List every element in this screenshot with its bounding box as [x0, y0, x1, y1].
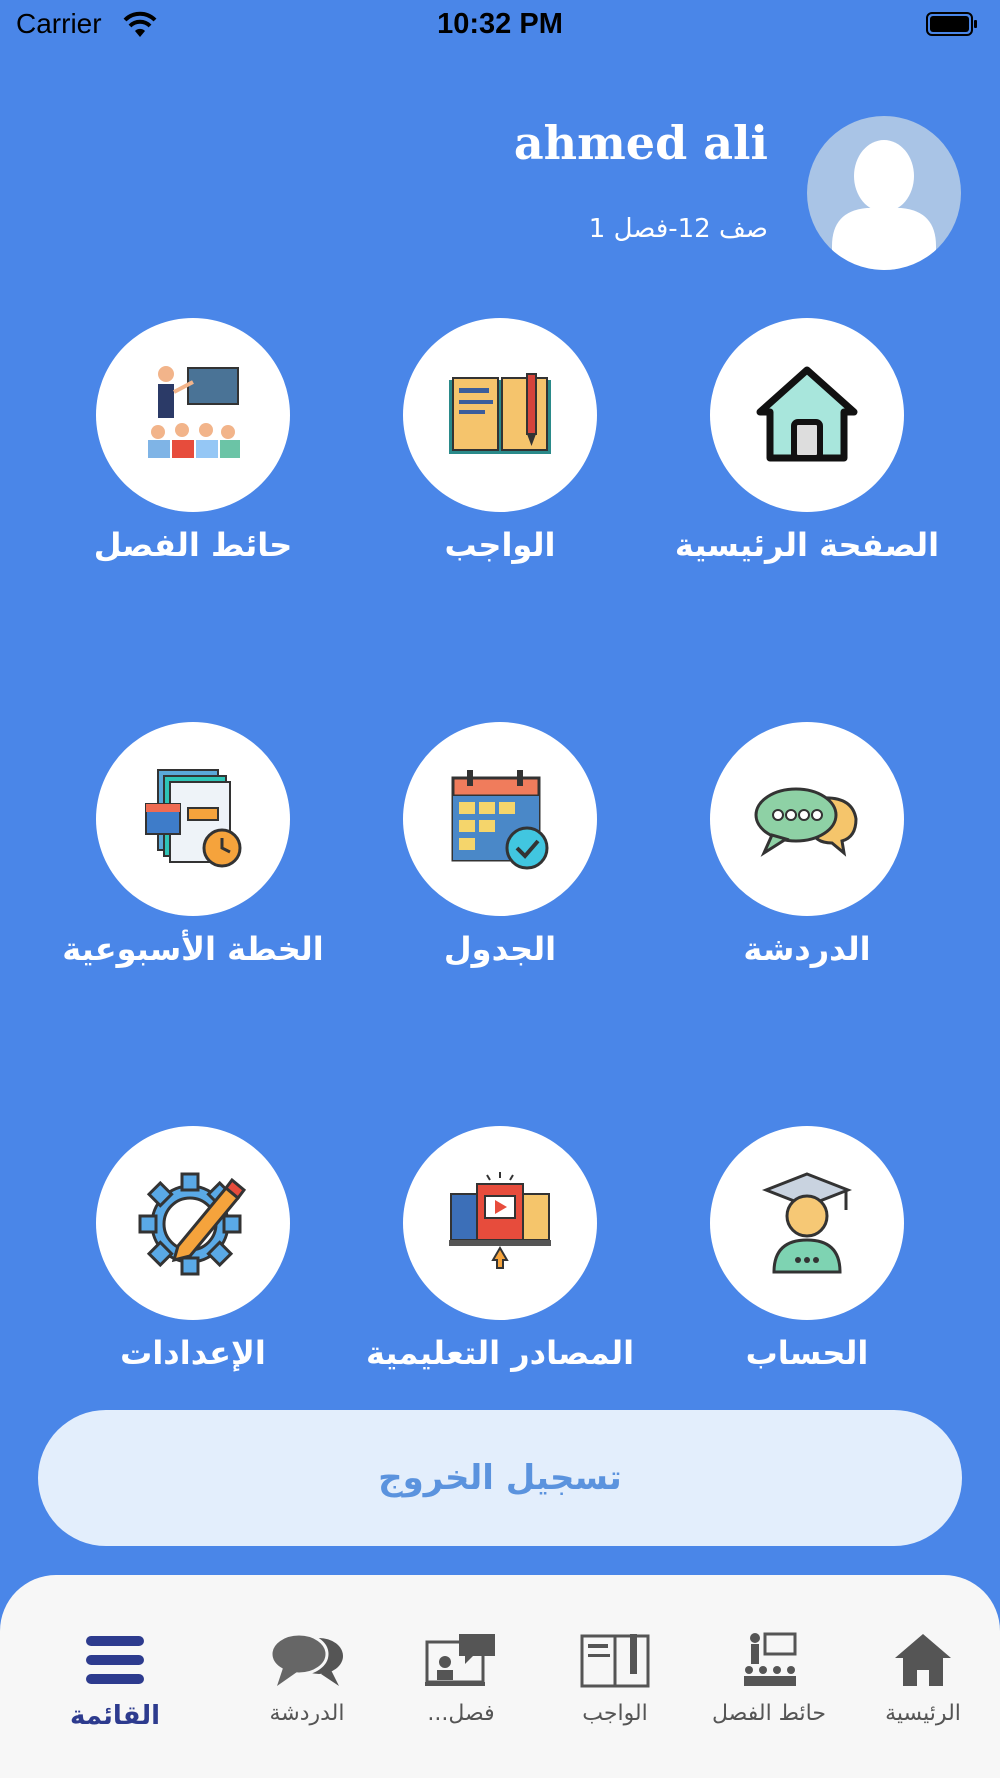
user-silhouette-icon: [832, 140, 936, 270]
tile-schedule[interactable]: الجدول: [355, 722, 645, 968]
homework-book-icon: [449, 373, 551, 454]
tile-label: المصادر التعليمية: [365, 1334, 635, 1372]
virtual-class-icon: [425, 1634, 495, 1686]
status-bar: Carrier 10:32 PM: [0, 0, 1000, 50]
tile-home[interactable]: الصفحة الرئيسية: [662, 318, 952, 564]
tab-virtual-class[interactable]: فصل...: [386, 1625, 536, 1726]
tile-label: الإعدادات: [120, 1334, 266, 1372]
logout-button[interactable]: تسجيل الخروج: [38, 1410, 962, 1546]
tile-chat[interactable]: الدردشة: [662, 722, 952, 968]
avatar[interactable]: [807, 116, 961, 270]
bottom-tab-bar: الرئيسية حائط الفصل الواجب فصل... الدردش…: [0, 1575, 1000, 1778]
book-icon: [580, 1634, 650, 1688]
profile-class-info: صف 12-فصل 1: [588, 214, 768, 244]
class-wall-icon: [148, 366, 240, 458]
schedule-calendar-icon: [451, 770, 549, 870]
home-icon: [895, 1634, 951, 1686]
tab-chat[interactable]: الدردشة: [232, 1625, 382, 1726]
tile-learning-resources[interactable]: المصادر التعليمية: [355, 1126, 645, 1372]
weekly-plan-icon: [145, 769, 242, 868]
tile-label: الدردشة: [743, 930, 871, 968]
tab-menu[interactable]: القائمة: [40, 1625, 190, 1731]
tile-label: الخطة الأسبوعية: [62, 930, 324, 968]
tile-class-wall[interactable]: حائط الفصل: [48, 318, 338, 564]
tile-label: الحساب: [745, 1334, 869, 1372]
tile-weekly-plan[interactable]: الخطة الأسبوعية: [48, 722, 338, 968]
class-wall-icon: [744, 1632, 797, 1686]
account-graduate-icon: [762, 1172, 852, 1274]
settings-gear-icon: [138, 1172, 247, 1276]
profile-name: ahmed ali: [513, 116, 768, 170]
chat-bubbles-icon: [754, 787, 858, 857]
menu-icon: [86, 1636, 144, 1684]
chat-icon: [269, 1632, 343, 1686]
tab-home[interactable]: الرئيسية: [848, 1625, 998, 1726]
status-time: 10:32 PM: [437, 8, 563, 40]
tile-account[interactable]: الحساب: [662, 1126, 952, 1372]
tab-homework[interactable]: الواجب: [540, 1625, 690, 1726]
home-icon: [756, 366, 858, 462]
tile-label: الجدول: [443, 930, 557, 968]
tile-label: حائط الفصل: [93, 526, 293, 564]
tile-homework[interactable]: الواجب: [355, 318, 645, 564]
tab-class-wall[interactable]: حائط الفصل: [694, 1625, 844, 1726]
tile-label: الصفحة الرئيسية: [674, 526, 940, 564]
learning-resources-icon: [449, 1172, 551, 1269]
tile-settings[interactable]: الإعدادات: [48, 1126, 338, 1372]
tile-label: الواجب: [444, 526, 556, 564]
battery-icon: [926, 12, 977, 36]
